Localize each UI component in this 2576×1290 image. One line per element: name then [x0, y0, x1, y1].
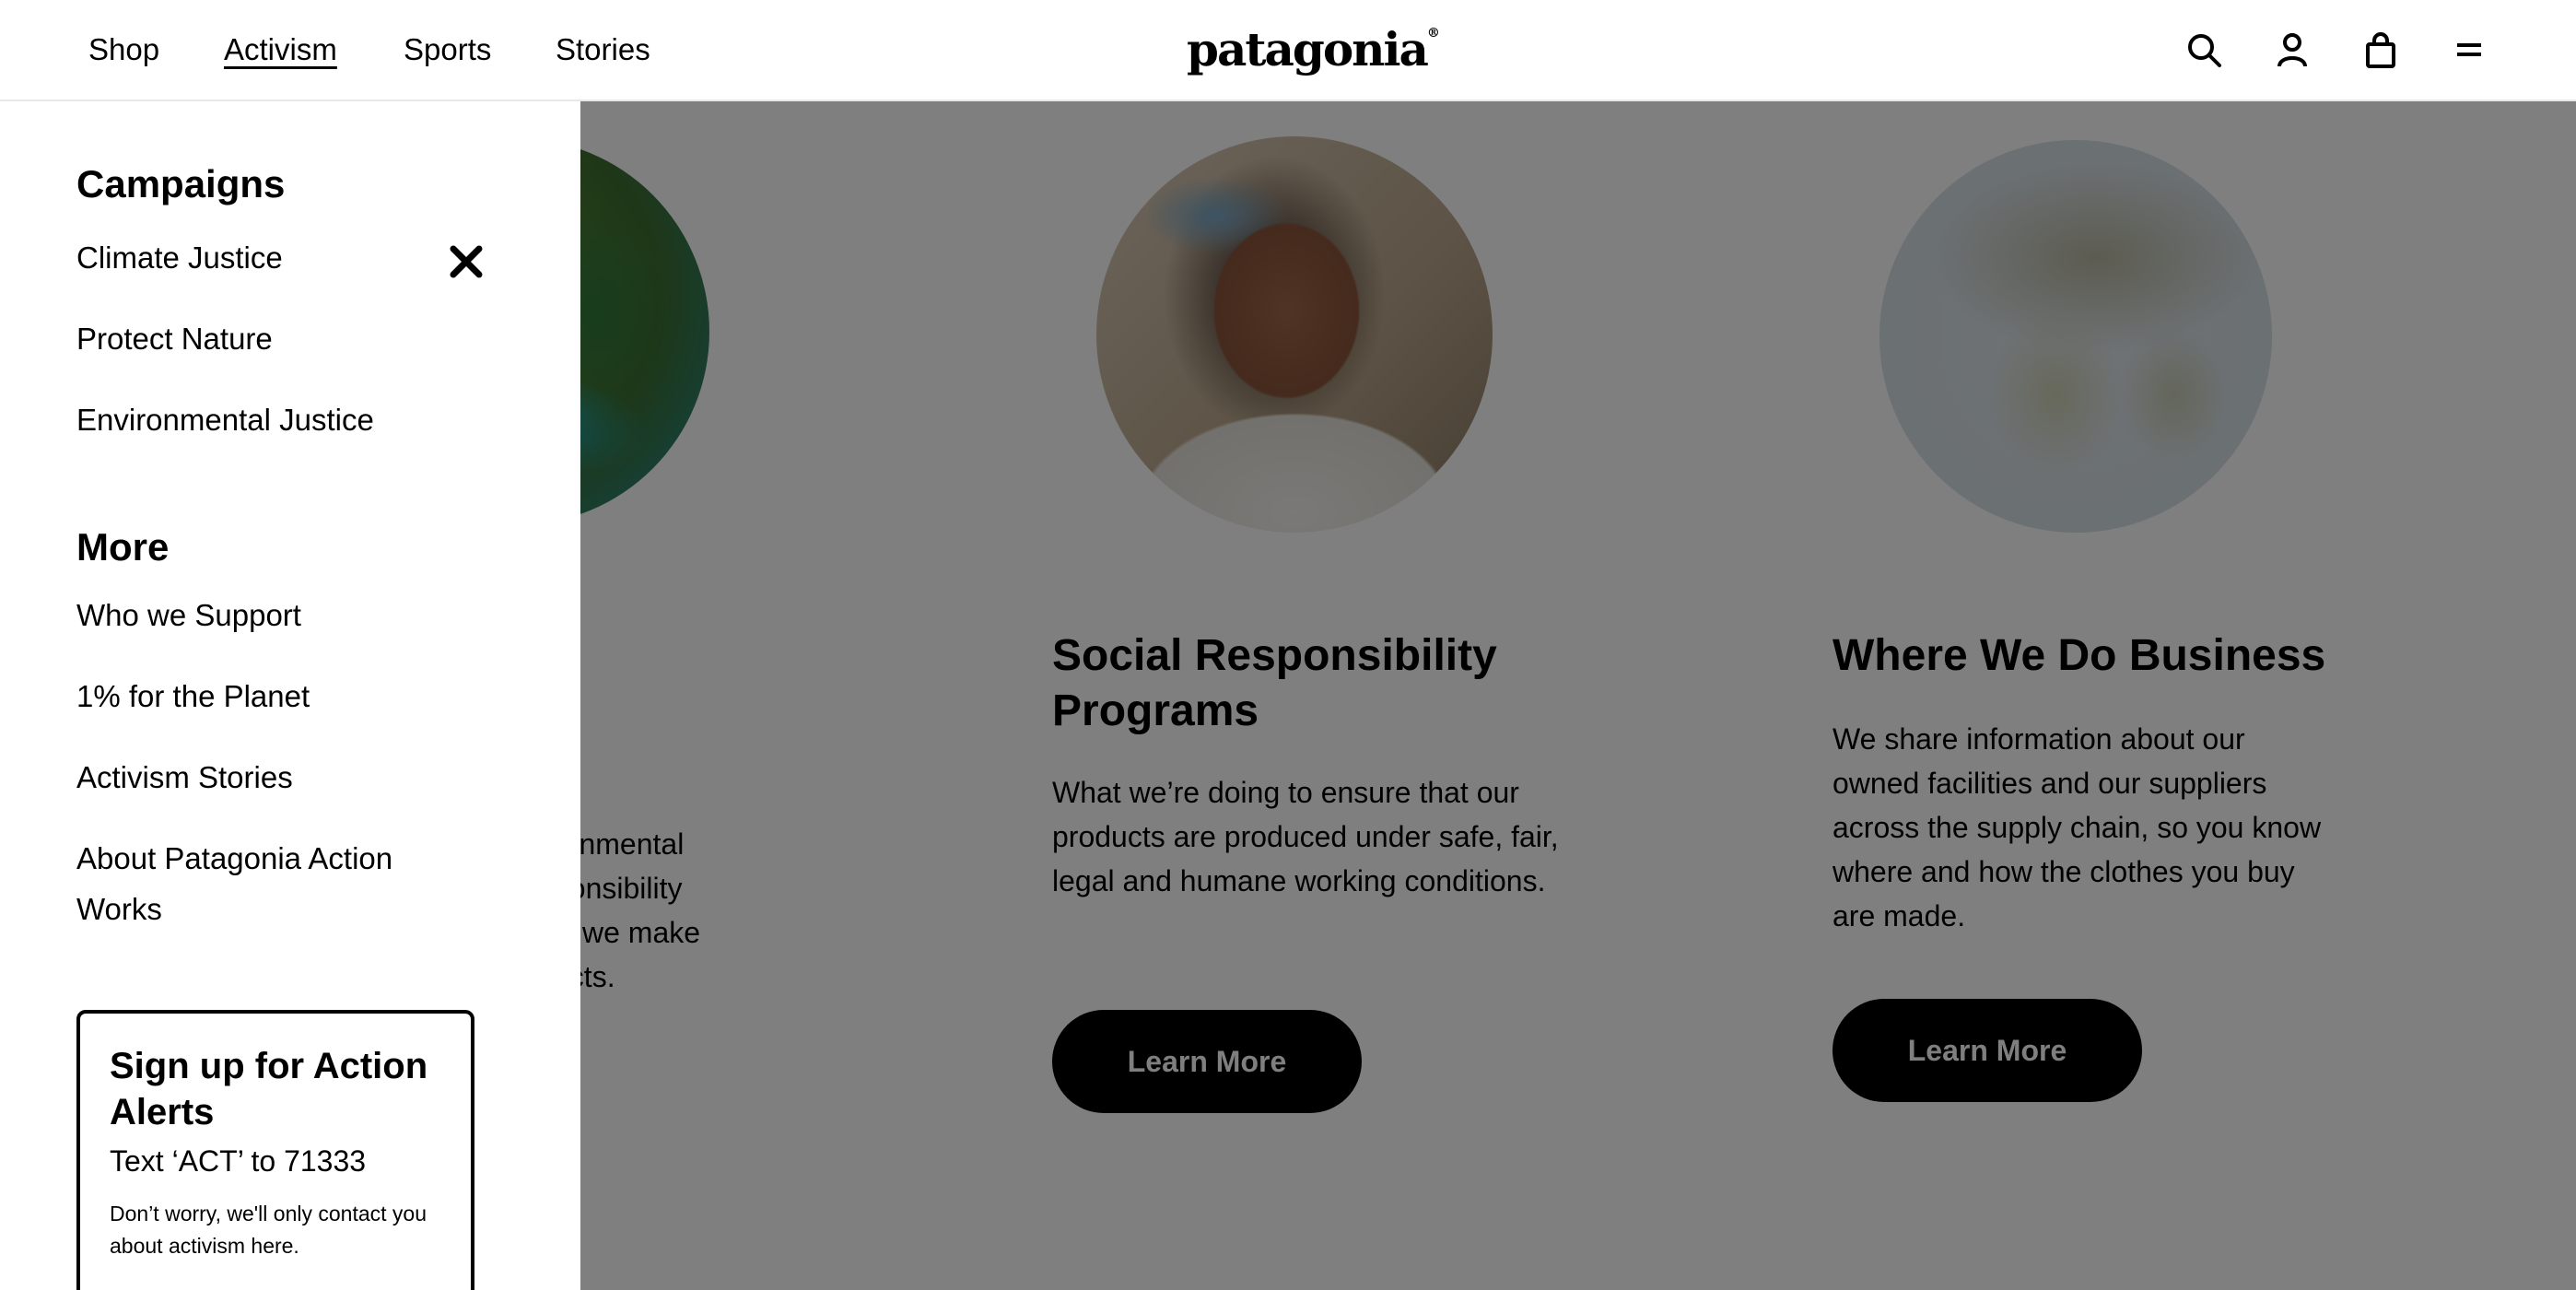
- account-icon[interactable]: [2272, 29, 2313, 70]
- site-header: Shop Activism Sports Stories patagonia®: [0, 0, 2576, 101]
- nav-shop[interactable]: Shop: [88, 28, 159, 72]
- logo-text: patagonia: [1187, 22, 1429, 76]
- menu-item-one-percent[interactable]: 1% for the Planet: [76, 671, 310, 721]
- search-icon[interactable]: [2184, 29, 2224, 70]
- nav-sports[interactable]: Sports: [404, 28, 491, 72]
- menu-item-about-action-works[interactable]: About Patagonia Action Works: [76, 833, 445, 934]
- menu-item-climate-justice[interactable]: Climate Justice: [76, 232, 283, 283]
- cart-icon[interactable]: [2360, 29, 2401, 70]
- close-icon[interactable]: [446, 241, 486, 282]
- nav-stories[interactable]: Stories: [556, 28, 650, 72]
- nav-activism[interactable]: Activism: [224, 28, 337, 72]
- menu-item-protect-nature[interactable]: Protect Nature: [76, 313, 273, 364]
- activism-menu-drawer: Campaigns Climate Justice Protect Nature…: [0, 101, 580, 1290]
- alert-note: Don’t worry, we'll only contact you abou…: [110, 1202, 427, 1258]
- menu-item-environmental-justice[interactable]: Environmental Justice: [76, 394, 374, 445]
- menu-icon[interactable]: [2449, 29, 2489, 70]
- action-alerts-card: Sign up for Action Alerts Text ‘ACT’ to …: [76, 1010, 474, 1290]
- campaigns-heading: Campaigns: [76, 162, 286, 205]
- registered-mark: ®: [1426, 26, 1440, 41]
- menu-item-activism-stories[interactable]: Activism Stories: [76, 752, 293, 803]
- alert-title: Sign up for Action Alerts: [110, 1046, 428, 1132]
- patagonia-logo[interactable]: patagonia®: [1187, 22, 1440, 77]
- menu-item-who-we-support[interactable]: Who we Support: [76, 590, 301, 640]
- alert-text: Text ‘ACT’ to 71333: [110, 1144, 367, 1178]
- more-heading: More: [76, 525, 170, 569]
